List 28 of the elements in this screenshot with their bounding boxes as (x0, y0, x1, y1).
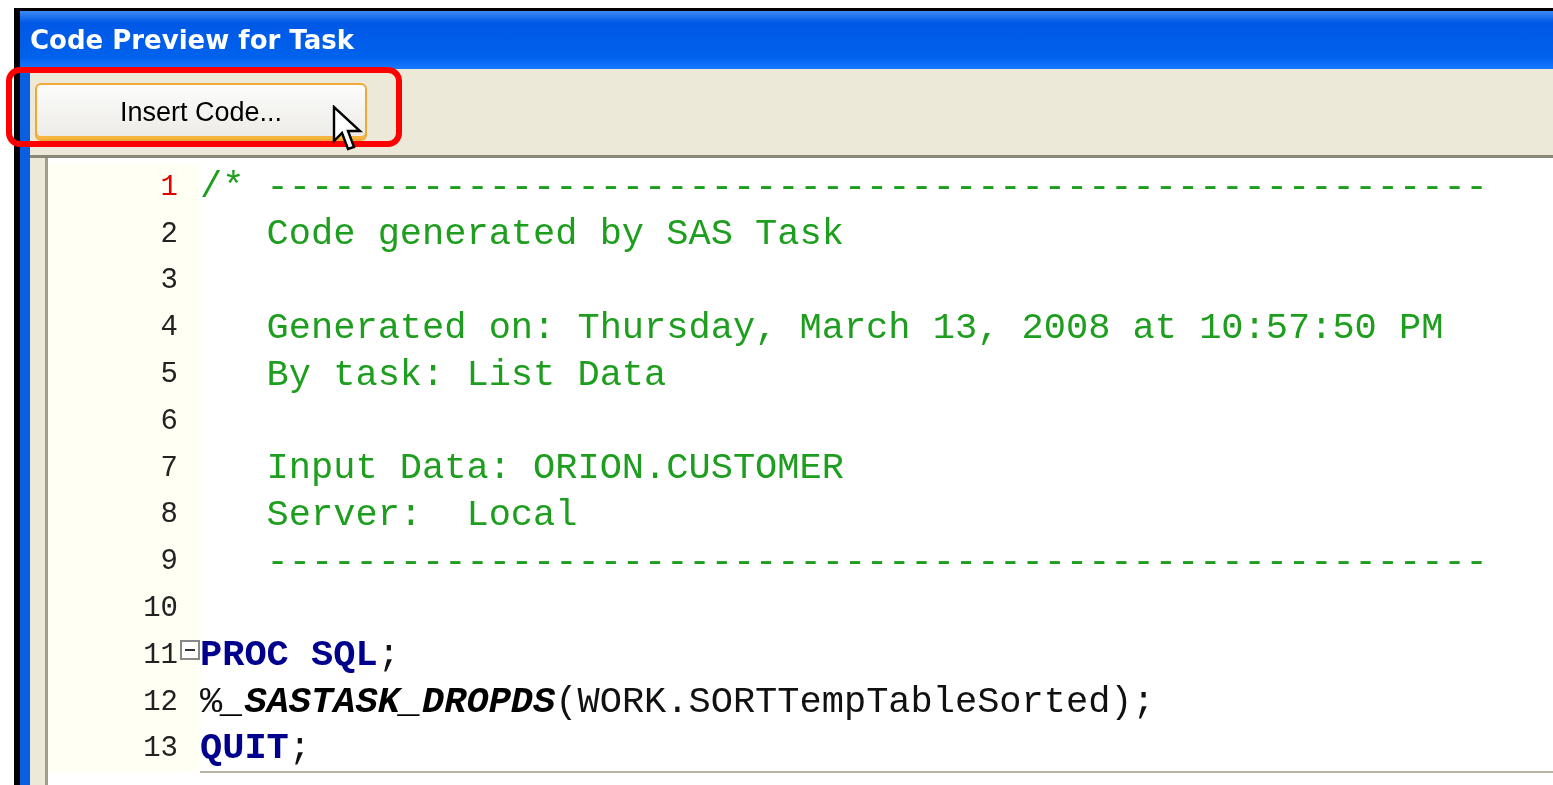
code-comment: By task: List Data (265, 353, 667, 396)
line-number: 13 (143, 732, 178, 766)
line-number: 10 (143, 592, 178, 626)
collapse-icon[interactable] (180, 640, 200, 661)
code-text: ; (377, 634, 400, 677)
line-number: 7 (160, 451, 178, 485)
line-number: 9 (160, 545, 178, 579)
line-number: 6 (160, 404, 178, 438)
line-number: 12 (143, 685, 178, 719)
line-number: 4 (160, 311, 178, 345)
line-number: 8 (160, 498, 178, 532)
code-keyword: PROC SQL (200, 634, 378, 677)
code-comment: Server: Local (265, 493, 578, 536)
window-title: Code Preview for Task (30, 25, 355, 55)
code-comment: ------------------------------------------------------- (265, 540, 1488, 583)
line-number: 11 (143, 638, 178, 672)
line-number: 3 (160, 264, 178, 298)
code-comment: /* ------------------------------------------------------- (200, 166, 1488, 209)
line-number: 5 (160, 358, 178, 392)
insert-code-button[interactable]: Insert Code... (35, 83, 367, 141)
code-text: ; (288, 726, 312, 769)
code-keyword: QUIT (200, 726, 289, 769)
code-comment: Code generated by SAS Task (265, 213, 844, 256)
code-text: (WORK.SORTTempTableSorted); (555, 681, 1155, 724)
line-number: 1 (160, 170, 178, 204)
code-comment: Input Data: ORION.CUSTOMER (265, 447, 844, 490)
code-comment: Generated on: Thursday, March 13, 2008 at 10:57:50 PM (265, 306, 1444, 349)
line-number: 2 (160, 217, 178, 251)
